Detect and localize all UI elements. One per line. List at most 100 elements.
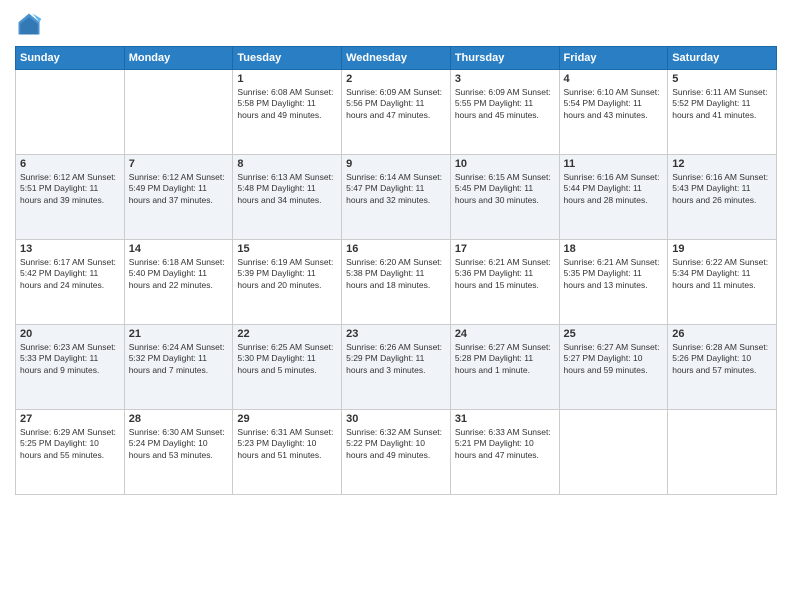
day-info: Sunrise: 6:09 AM Sunset: 5:55 PM Dayligh… bbox=[455, 87, 555, 121]
calendar-cell bbox=[124, 70, 233, 155]
calendar-cell: 21Sunrise: 6:24 AM Sunset: 5:32 PM Dayli… bbox=[124, 325, 233, 410]
day-info: Sunrise: 6:33 AM Sunset: 5:21 PM Dayligh… bbox=[455, 427, 555, 461]
calendar-cell: 19Sunrise: 6:22 AM Sunset: 5:34 PM Dayli… bbox=[668, 240, 777, 325]
day-number: 14 bbox=[129, 243, 229, 255]
calendar-cell: 28Sunrise: 6:30 AM Sunset: 5:24 PM Dayli… bbox=[124, 410, 233, 495]
calendar-cell: 31 Sunrise: 6:33 AM Sunset: 5:21 PM Dayli… bbox=[450, 410, 559, 495]
calendar-cell: 4 Sunrise: 6:10 AM Sunset: 5:54 PM Daylig… bbox=[559, 70, 668, 155]
day-info: Sunrise: 6:12 AM Sunset: 5:49 PM Dayligh… bbox=[129, 172, 229, 206]
weekday-header: Wednesday bbox=[342, 47, 451, 70]
day-number: 5 bbox=[672, 73, 772, 85]
day-info: Sunrise: 6:29 AM Sunset: 5:25 PM Dayligh… bbox=[20, 427, 120, 461]
day-info: Sunrise: 6:17 AM Sunset: 5:42 PM Dayligh… bbox=[20, 257, 120, 291]
day-info: Sunrise: 6:14 AM Sunset: 5:47 PM Dayligh… bbox=[346, 172, 446, 206]
day-number: 24 bbox=[455, 328, 555, 340]
day-info: Sunrise: 6:16 AM Sunset: 5:43 PM Dayligh… bbox=[672, 172, 772, 206]
day-number: 9 bbox=[346, 158, 446, 170]
calendar-week-row: 13 Sunrise: 6:17 AM Sunset: 5:42 PM Dayli… bbox=[16, 240, 777, 325]
day-info: Sunrise: 6:10 AM Sunset: 5:54 PM Dayligh… bbox=[564, 87, 664, 121]
calendar-cell: 10 Sunrise: 6:15 AM Sunset: 5:45 PM Dayli… bbox=[450, 155, 559, 240]
calendar-cell: 5 Sunrise: 6:11 AM Sunset: 5:52 PM Daylig… bbox=[668, 70, 777, 155]
day-info: Sunrise: 6:20 AM Sunset: 5:38 PM Dayligh… bbox=[346, 257, 446, 291]
weekday-header: Sunday bbox=[16, 47, 125, 70]
day-info: Sunrise: 6:13 AM Sunset: 5:48 PM Dayligh… bbox=[237, 172, 337, 206]
day-info: Sunrise: 6:11 AM Sunset: 5:52 PM Dayligh… bbox=[672, 87, 772, 121]
weekday-header: Tuesday bbox=[233, 47, 342, 70]
calendar-cell: 9 Sunrise: 6:14 AM Sunset: 5:47 PM Daylig… bbox=[342, 155, 451, 240]
calendar-week-row: 1 Sunrise: 6:08 AM Sunset: 5:58 PM Daylig… bbox=[16, 70, 777, 155]
day-info: Sunrise: 6:18 AM Sunset: 5:40 PM Dayligh… bbox=[129, 257, 229, 291]
day-info: Sunrise: 6:25 AM Sunset: 5:30 PM Dayligh… bbox=[237, 342, 337, 376]
day-info: Sunrise: 6:21 AM Sunset: 5:35 PM Dayligh… bbox=[564, 257, 664, 291]
calendar-cell: 25 Sunrise: 6:27 AM Sunset: 5:27 PM Dayli… bbox=[559, 325, 668, 410]
day-number: 26 bbox=[672, 328, 772, 340]
calendar-cell: 6Sunrise: 6:12 AM Sunset: 5:51 PM Daylig… bbox=[16, 155, 125, 240]
calendar-week-row: 6Sunrise: 6:12 AM Sunset: 5:51 PM Daylig… bbox=[16, 155, 777, 240]
calendar-week-row: 27 Sunrise: 6:29 AM Sunset: 5:25 PM Dayli… bbox=[16, 410, 777, 495]
day-number: 27 bbox=[20, 413, 120, 425]
calendar-cell bbox=[16, 70, 125, 155]
day-number: 19 bbox=[672, 243, 772, 255]
page-header bbox=[15, 10, 777, 38]
calendar-cell: 24 Sunrise: 6:27 AM Sunset: 5:28 PM Dayli… bbox=[450, 325, 559, 410]
day-info: Sunrise: 6:23 AM Sunset: 5:33 PM Dayligh… bbox=[20, 342, 120, 376]
calendar-cell: 2 Sunrise: 6:09 AM Sunset: 5:56 PM Daylig… bbox=[342, 70, 451, 155]
day-number: 3 bbox=[455, 73, 555, 85]
calendar-cell: 14 Sunrise: 6:18 AM Sunset: 5:40 PM Dayli… bbox=[124, 240, 233, 325]
calendar-cell: 23Sunrise: 6:26 AM Sunset: 5:29 PM Dayli… bbox=[342, 325, 451, 410]
day-number: 8 bbox=[237, 158, 337, 170]
calendar-cell: 15 Sunrise: 6:19 AM Sunset: 5:39 PM Dayli… bbox=[233, 240, 342, 325]
calendar-cell: 26 Sunrise: 6:28 AM Sunset: 5:26 PM Dayli… bbox=[668, 325, 777, 410]
day-number: 22 bbox=[237, 328, 337, 340]
calendar-cell bbox=[559, 410, 668, 495]
day-number: 4 bbox=[564, 73, 664, 85]
day-number: 20 bbox=[20, 328, 120, 340]
day-number: 31 bbox=[455, 413, 555, 425]
day-info: Sunrise: 6:28 AM Sunset: 5:26 PM Dayligh… bbox=[672, 342, 772, 376]
calendar-cell: 20 Sunrise: 6:23 AM Sunset: 5:33 PM Dayli… bbox=[16, 325, 125, 410]
day-info: Sunrise: 6:26 AM Sunset: 5:29 PM Dayligh… bbox=[346, 342, 446, 376]
calendar-cell: 8 Sunrise: 6:13 AM Sunset: 5:48 PM Daylig… bbox=[233, 155, 342, 240]
calendar-cell: 12Sunrise: 6:16 AM Sunset: 5:43 PM Dayli… bbox=[668, 155, 777, 240]
calendar-cell: 11 Sunrise: 6:16 AM Sunset: 5:44 PM Dayli… bbox=[559, 155, 668, 240]
day-info: Sunrise: 6:27 AM Sunset: 5:27 PM Dayligh… bbox=[564, 342, 664, 376]
day-number: 28 bbox=[129, 413, 229, 425]
day-info: Sunrise: 6:08 AM Sunset: 5:58 PM Dayligh… bbox=[237, 87, 337, 121]
day-number: 15 bbox=[237, 243, 337, 255]
day-number: 10 bbox=[455, 158, 555, 170]
day-number: 11 bbox=[564, 158, 664, 170]
day-info: Sunrise: 6:32 AM Sunset: 5:22 PM Dayligh… bbox=[346, 427, 446, 461]
day-info: Sunrise: 6:31 AM Sunset: 5:23 PM Dayligh… bbox=[237, 427, 337, 461]
calendar-cell: 16 Sunrise: 6:20 AM Sunset: 5:38 PM Dayli… bbox=[342, 240, 451, 325]
calendar-cell bbox=[668, 410, 777, 495]
day-number: 25 bbox=[564, 328, 664, 340]
logo-icon bbox=[15, 10, 43, 38]
day-number: 16 bbox=[346, 243, 446, 255]
day-info: Sunrise: 6:09 AM Sunset: 5:56 PM Dayligh… bbox=[346, 87, 446, 121]
calendar-table: SundayMondayTuesdayWednesdayThursdayFrid… bbox=[15, 46, 777, 495]
calendar-cell: 7 Sunrise: 6:12 AM Sunset: 5:49 PM Daylig… bbox=[124, 155, 233, 240]
day-number: 17 bbox=[455, 243, 555, 255]
calendar-cell: 30Sunrise: 6:32 AM Sunset: 5:22 PM Dayli… bbox=[342, 410, 451, 495]
weekday-header-row: SundayMondayTuesdayWednesdayThursdayFrid… bbox=[16, 47, 777, 70]
weekday-header: Thursday bbox=[450, 47, 559, 70]
calendar-cell: 3 Sunrise: 6:09 AM Sunset: 5:55 PM Daylig… bbox=[450, 70, 559, 155]
day-info: Sunrise: 6:24 AM Sunset: 5:32 PM Dayligh… bbox=[129, 342, 229, 376]
weekday-header: Monday bbox=[124, 47, 233, 70]
day-number: 13 bbox=[20, 243, 120, 255]
day-number: 7 bbox=[129, 158, 229, 170]
day-info: Sunrise: 6:16 AM Sunset: 5:44 PM Dayligh… bbox=[564, 172, 664, 206]
calendar-cell: 17 Sunrise: 6:21 AM Sunset: 5:36 PM Dayli… bbox=[450, 240, 559, 325]
calendar-cell: 18Sunrise: 6:21 AM Sunset: 5:35 PM Dayli… bbox=[559, 240, 668, 325]
day-info: Sunrise: 6:15 AM Sunset: 5:45 PM Dayligh… bbox=[455, 172, 555, 206]
logo bbox=[15, 10, 47, 38]
calendar-cell: 29 Sunrise: 6:31 AM Sunset: 5:23 PM Dayli… bbox=[233, 410, 342, 495]
page-container: SundayMondayTuesdayWednesdayThursdayFrid… bbox=[0, 0, 792, 612]
day-info: Sunrise: 6:21 AM Sunset: 5:36 PM Dayligh… bbox=[455, 257, 555, 291]
day-number: 1 bbox=[237, 73, 337, 85]
day-info: Sunrise: 6:27 AM Sunset: 5:28 PM Dayligh… bbox=[455, 342, 555, 376]
day-number: 2 bbox=[346, 73, 446, 85]
day-number: 29 bbox=[237, 413, 337, 425]
day-number: 6 bbox=[20, 158, 120, 170]
day-info: Sunrise: 6:19 AM Sunset: 5:39 PM Dayligh… bbox=[237, 257, 337, 291]
